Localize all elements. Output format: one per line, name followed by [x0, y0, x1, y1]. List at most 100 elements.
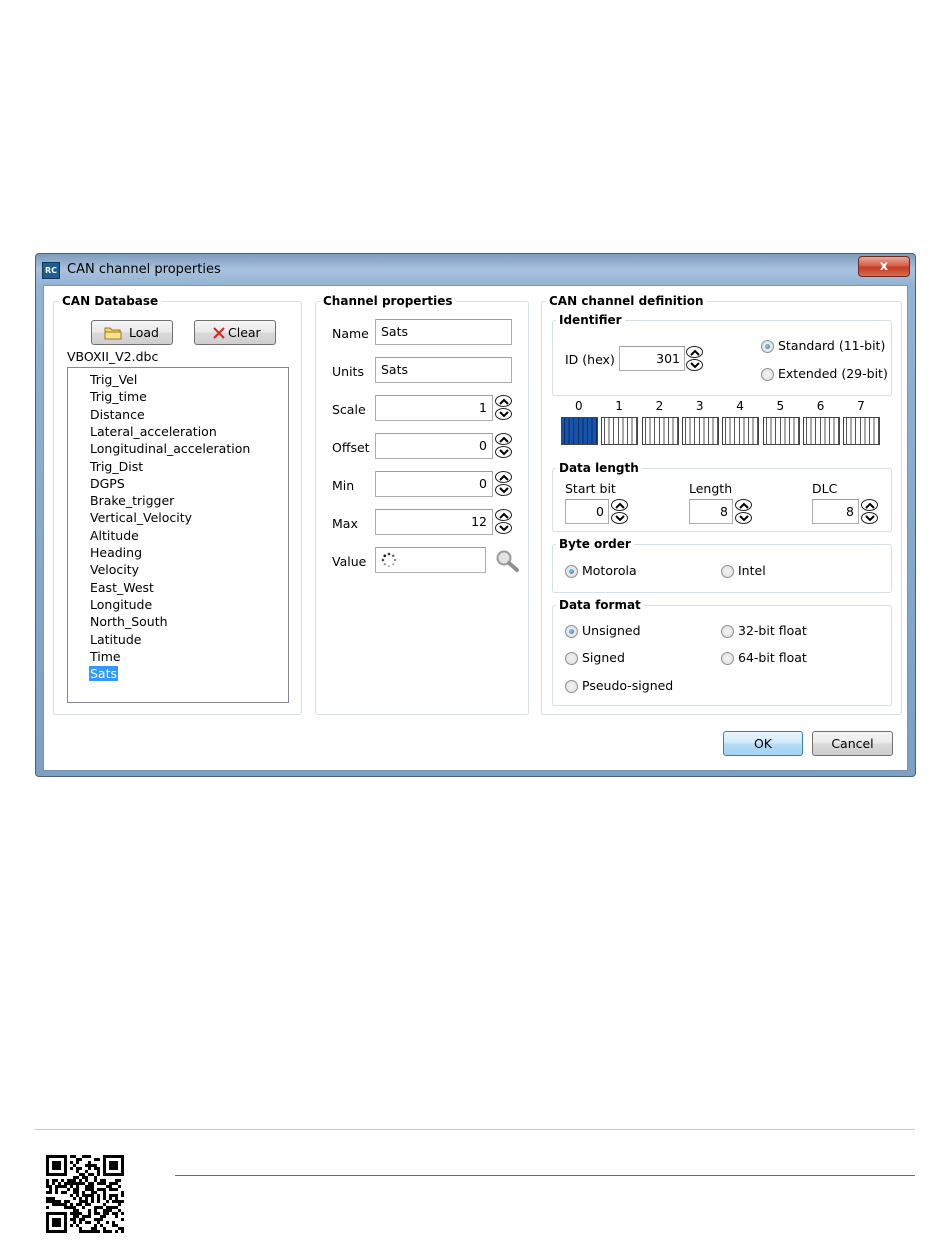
spin-up-icon[interactable]: [861, 499, 878, 511]
spin-up-icon[interactable]: [495, 433, 512, 445]
start-bit-field[interactable]: 0: [565, 499, 609, 524]
offset-label: Offset: [332, 440, 370, 455]
list-item[interactable]: Trig_Dist: [90, 459, 143, 474]
max-value: 12: [471, 514, 487, 529]
list-item[interactable]: Time: [90, 649, 121, 664]
float64-radio[interactable]: [721, 652, 734, 665]
unsigned-label: Unsigned: [582, 623, 641, 638]
byte-cell[interactable]: [641, 417, 679, 445]
spin-down-icon[interactable]: [495, 522, 512, 534]
spin-down-icon[interactable]: [495, 446, 512, 458]
name-field[interactable]: Sats: [375, 319, 512, 345]
byte-cell[interactable]: [722, 417, 760, 445]
offset-spinner[interactable]: [495, 433, 513, 459]
extended-radio[interactable]: [761, 368, 774, 381]
signed-label: Signed: [582, 650, 625, 665]
list-item[interactable]: Trig_time: [90, 389, 147, 404]
id-hex-label: ID (hex): [565, 352, 615, 367]
list-item[interactable]: Heading: [90, 545, 142, 560]
float32-label: 32-bit float: [738, 623, 807, 638]
can-database-legend: CAN Database: [59, 294, 162, 308]
clear-button[interactable]: Clear: [194, 320, 276, 345]
byte-cell[interactable]: [762, 417, 800, 445]
byte-cell[interactable]: [681, 417, 719, 445]
list-item[interactable]: Latitude: [90, 632, 141, 647]
spin-up-icon[interactable]: [686, 346, 703, 358]
length-field[interactable]: 8: [689, 499, 733, 524]
min-spinner[interactable]: [495, 471, 513, 497]
byte-cell[interactable]: [601, 417, 639, 445]
scale-value: 1: [479, 400, 487, 415]
byte-order-legend: Byte order: [556, 537, 634, 551]
list-item[interactable]: Lateral_acceleration: [90, 424, 217, 439]
spin-down-icon[interactable]: [735, 512, 752, 524]
start-bit-spinner[interactable]: [611, 499, 629, 525]
signed-radio[interactable]: [565, 652, 578, 665]
length-spinner[interactable]: [735, 499, 753, 525]
list-item[interactable]: Altitude: [90, 528, 139, 543]
list-item[interactable]: Velocity: [90, 562, 139, 577]
data-format-legend: Data format: [556, 598, 644, 612]
units-field[interactable]: Sats: [375, 357, 512, 383]
list-item[interactable]: Trig_Vel: [90, 372, 137, 387]
list-item[interactable]: East_West: [90, 580, 154, 595]
name-label: Name: [332, 326, 369, 341]
list-item[interactable]: Longitude: [90, 597, 152, 612]
byte-index-label: 3: [695, 399, 704, 413]
intel-radio[interactable]: [721, 565, 734, 578]
byte-index-label: 2: [655, 399, 664, 413]
list-item[interactable]: Brake_trigger: [90, 493, 174, 508]
magnifier-icon[interactable]: [495, 549, 521, 576]
list-item[interactable]: Longitudinal_acceleration: [90, 441, 250, 456]
min-field[interactable]: 0: [375, 471, 493, 497]
byte-index-label: 6: [816, 399, 825, 413]
spin-up-icon[interactable]: [611, 499, 628, 511]
list-item[interactable]: Distance: [90, 407, 145, 422]
spin-up-icon[interactable]: [495, 471, 512, 483]
app-icon: RC: [42, 262, 60, 279]
id-hex-value: 301: [656, 351, 680, 366]
byte-cell[interactable]: [561, 417, 598, 445]
unsigned-radio[interactable]: [565, 625, 578, 638]
cancel-button[interactable]: Cancel: [812, 731, 893, 756]
standard-radio[interactable]: [761, 340, 774, 353]
byte-cell[interactable]: [802, 417, 840, 445]
spin-down-icon[interactable]: [495, 408, 512, 420]
units-label: Units: [332, 364, 364, 379]
spin-down-icon[interactable]: [495, 484, 512, 496]
scale-spinner[interactable]: [495, 395, 513, 421]
signal-list[interactable]: Trig_Vel Trig_time Distance Lateral_acceler…: [67, 367, 289, 703]
motorola-radio[interactable]: [565, 565, 578, 578]
max-spinner[interactable]: [495, 509, 513, 535]
spin-up-icon[interactable]: [495, 509, 512, 521]
clear-label: Clear: [228, 325, 261, 340]
can-channel-definition-legend: CAN channel definition: [546, 294, 707, 308]
spin-down-icon[interactable]: [611, 512, 628, 524]
dlc-spinner[interactable]: [861, 499, 879, 525]
spin-down-icon[interactable]: [861, 512, 878, 524]
offset-field[interactable]: 0: [375, 433, 493, 459]
dialog-client-area: CAN Database Load Clear VBOXII_V2.dbc Tr…: [43, 285, 908, 771]
list-item[interactable]: North_South: [90, 614, 168, 629]
ok-button[interactable]: OK: [723, 731, 803, 756]
dlc-value: 8: [846, 504, 854, 519]
max-field[interactable]: 12: [375, 509, 493, 535]
load-button[interactable]: Load: [91, 320, 173, 345]
list-item[interactable]: Sats: [89, 666, 119, 682]
close-button[interactable]: x: [858, 256, 910, 277]
spin-up-icon[interactable]: [495, 395, 512, 407]
scale-field[interactable]: 1: [375, 395, 493, 421]
title-bar[interactable]: RC CAN channel properties x: [36, 254, 915, 284]
list-item[interactable]: Vertical_Velocity: [90, 510, 192, 525]
folder-icon: [104, 326, 122, 343]
byte-selector[interactable]: 0 1 2 3 4 5 6 7: [559, 399, 889, 449]
byte-cell[interactable]: [843, 417, 881, 445]
spin-down-icon[interactable]: [686, 359, 703, 371]
dlc-field[interactable]: 8: [812, 499, 859, 524]
spin-up-icon[interactable]: [735, 499, 752, 511]
pseudo-signed-radio[interactable]: [565, 680, 578, 693]
id-spinner[interactable]: [686, 346, 704, 372]
list-item[interactable]: DGPS: [90, 476, 125, 491]
float32-radio[interactable]: [721, 625, 734, 638]
id-hex-field[interactable]: 301: [619, 346, 685, 371]
